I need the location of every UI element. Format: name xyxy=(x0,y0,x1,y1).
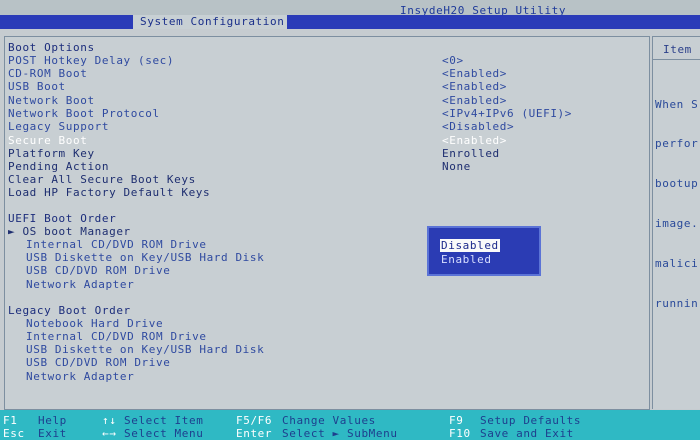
item-help-header: Item xyxy=(663,43,692,56)
value-legacy-support[interactable]: <Disabled> xyxy=(442,120,514,133)
uefi-group-os-boot-manager[interactable]: ► OS boot Manager xyxy=(8,225,131,238)
setting-legacy-support[interactable]: Legacy Support xyxy=(8,120,109,133)
help-line: runnin xyxy=(655,297,699,311)
key-f1: F1 xyxy=(3,414,18,427)
key-f10-desc: Save and Exit xyxy=(480,427,574,440)
setting-platform-key: Platform Key xyxy=(8,147,95,160)
value-usb-boot[interactable]: <Enabled> xyxy=(442,80,507,93)
value-secure-boot[interactable]: <Enabled> xyxy=(442,134,507,147)
help-line: When S xyxy=(655,97,699,111)
key-f5-f6: F5/F6 xyxy=(236,414,273,427)
setting-pending-action: Pending Action xyxy=(8,160,110,173)
setting-cdrom-boot[interactable]: CD-ROM Boot xyxy=(8,67,87,80)
action-load-hp-default-keys[interactable]: Load HP Factory Default Keys xyxy=(8,186,210,199)
key-f9-desc: Setup Defaults xyxy=(480,414,582,427)
section-header-uefi-boot-order: UEFI Boot Order xyxy=(8,212,117,225)
popup-option-disabled[interactable]: Disabled xyxy=(440,239,500,252)
key-f10: F10 xyxy=(449,427,471,440)
key-up-down-desc: Select Item xyxy=(124,414,204,427)
uefi-boot-item[interactable]: Internal CD/DVD ROM Drive xyxy=(26,238,207,251)
key-enter-desc: Select ► SubMenu xyxy=(282,427,398,440)
setting-network-boot-protocol[interactable]: Network Boot Protocol xyxy=(8,107,160,120)
key-left-right-desc: Select Menu xyxy=(124,427,204,440)
tab-system-configuration[interactable]: System Configuration xyxy=(137,15,288,29)
legacy-boot-item[interactable]: Network Adapter xyxy=(26,370,134,383)
legacy-boot-item[interactable]: Internal CD/DVD ROM Drive xyxy=(26,330,207,343)
help-line: malici xyxy=(655,257,699,271)
key-f1-desc: Help xyxy=(38,414,67,427)
item-help-text: When S perfor bootup image. malici runni… xyxy=(655,71,698,337)
help-line: bootup xyxy=(655,177,699,191)
popup-option-enabled[interactable]: Enabled xyxy=(441,253,492,266)
item-help-panel: Item When S perfor bootup image. malici … xyxy=(652,36,700,409)
help-line: image. xyxy=(655,217,699,231)
setting-secure-boot[interactable]: Secure Boot xyxy=(8,134,87,147)
setting-network-boot[interactable]: Network Boot xyxy=(8,94,95,107)
value-network-boot-protocol[interactable]: <IPv4+IPv6 (UEFI)> xyxy=(442,107,572,120)
uefi-boot-item[interactable]: Network Adapter xyxy=(26,278,134,291)
setting-usb-boot[interactable]: USB Boot xyxy=(8,80,66,93)
key-esc-desc: Exit xyxy=(38,427,67,440)
legacy-boot-item[interactable]: USB CD/DVD ROM Drive xyxy=(26,356,170,369)
legacy-boot-item[interactable]: USB Diskette on Key/USB Hard Disk xyxy=(26,343,264,356)
value-platform-key: Enrolled xyxy=(442,147,500,160)
key-up-down: ↑↓ xyxy=(102,414,117,427)
help-line: perfor xyxy=(655,137,699,151)
legacy-boot-item[interactable]: Notebook Hard Drive xyxy=(26,317,163,330)
key-left-right: ←→ xyxy=(102,427,117,440)
key-f9: F9 xyxy=(449,414,464,427)
key-f5-f6-desc: Change Values xyxy=(282,414,376,427)
value-cdrom-boot[interactable]: <Enabled> xyxy=(442,67,507,80)
setting-post-hotkey-delay[interactable]: POST Hotkey Delay (sec) xyxy=(8,54,174,67)
uefi-boot-item[interactable]: USB Diskette on Key/USB Hard Disk xyxy=(26,251,264,264)
action-clear-secure-boot-keys[interactable]: Clear All Secure Boot Keys xyxy=(8,173,196,186)
item-help-divider xyxy=(653,59,700,60)
section-header-boot-options: Boot Options xyxy=(8,41,95,54)
menu-bar xyxy=(0,15,700,29)
secure-boot-options-popup: Disabled Enabled xyxy=(427,226,541,276)
value-pending-action: None xyxy=(442,160,471,173)
uefi-boot-item[interactable]: USB CD/DVD ROM Drive xyxy=(26,264,170,277)
key-enter: Enter xyxy=(236,427,273,440)
key-help-bar: F1 Help Esc Exit ↑↓ Select Item ←→ Selec… xyxy=(0,410,700,440)
key-esc: Esc xyxy=(3,427,25,440)
value-post-hotkey-delay[interactable]: <0> xyxy=(442,54,464,67)
section-header-legacy-boot-order: Legacy Boot Order xyxy=(8,304,131,317)
value-network-boot[interactable]: <Enabled> xyxy=(442,94,507,107)
